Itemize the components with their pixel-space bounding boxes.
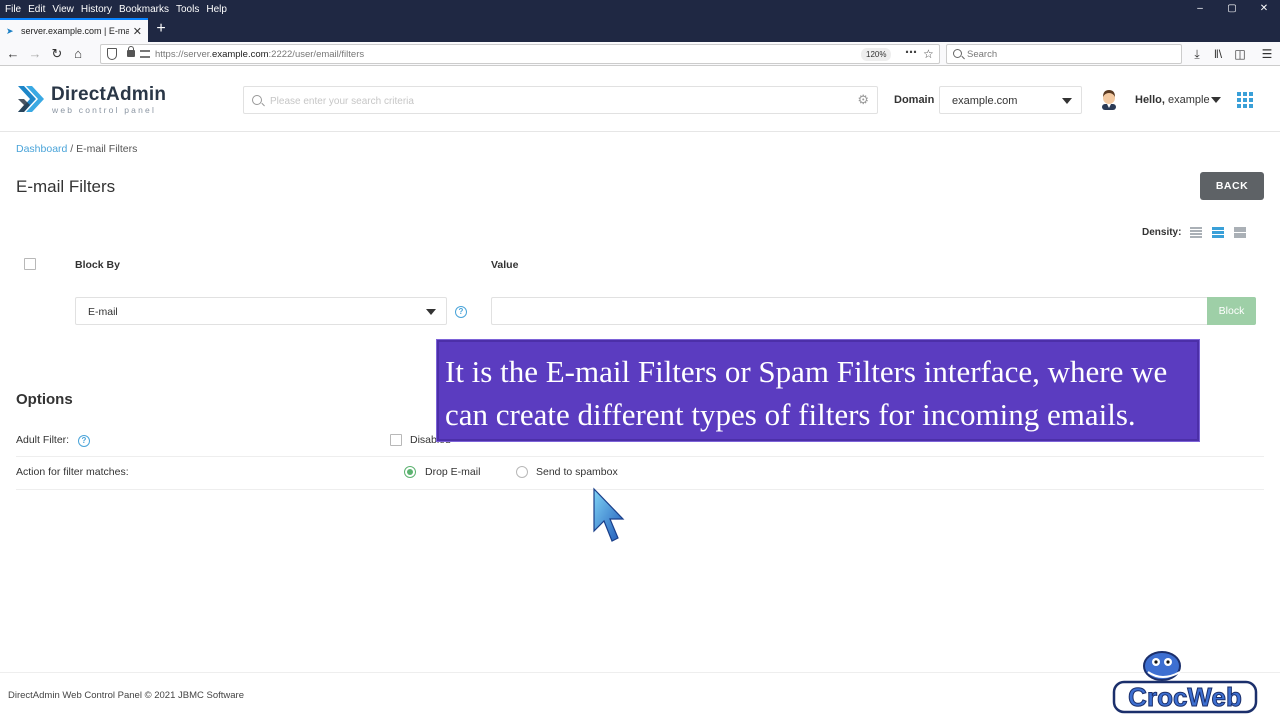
back-button[interactable]: BACK: [1200, 172, 1264, 200]
density-comfortable-icon[interactable]: [1234, 227, 1246, 238]
chevron-down-icon: [1062, 98, 1072, 104]
brand-subtitle: web control panel: [52, 105, 157, 115]
drop-email-radio[interactable]: [404, 466, 416, 478]
close-window-button[interactable]: ✕: [1248, 0, 1280, 18]
density-compact-icon[interactable]: [1190, 227, 1202, 238]
caption-line-1: It is the E-mail Filters or Spam Filters…: [445, 354, 1168, 389]
brand-name: DirectAdmin: [51, 84, 167, 105]
adult-filter-label: Adult Filter:: [16, 434, 70, 446]
drop-email-label: Drop E-mail: [425, 466, 481, 478]
permissions-icon[interactable]: [140, 50, 150, 58]
user-menu-chevron-icon[interactable]: [1211, 97, 1221, 103]
page-title: E-mail Filters: [16, 177, 116, 196]
directadmin-logo-icon: [18, 86, 44, 112]
gear-icon[interactable]: ⚙: [857, 93, 869, 107]
caption-line-2: can create different types of filters fo…: [445, 397, 1136, 432]
row-divider: [16, 489, 1264, 490]
tab-close-icon[interactable]: ✕: [133, 25, 142, 38]
user-greeting[interactable]: Hello, example: [1135, 94, 1210, 106]
browser-navbar: ← → ↻ ⌂ https://server.example.com:2222/…: [0, 42, 1280, 66]
filter-value-input[interactable]: [491, 297, 1207, 325]
minimize-button[interactable]: –: [1184, 0, 1216, 18]
domain-select[interactable]: example.com: [939, 86, 1082, 114]
global-search-input[interactable]: [270, 93, 850, 109]
breadcrumb-current: E-mail Filters: [76, 143, 138, 155]
search-icon: [953, 49, 962, 58]
column-header-block-by: Block By: [75, 259, 120, 271]
density-normal-icon[interactable]: [1212, 227, 1224, 238]
tab-title: server.example.com | E-mail Fil: [20, 26, 129, 36]
footer: DirectAdmin Web Control Panel © 2021 JBM…: [0, 672, 1280, 720]
hamburger-menu-icon[interactable]: ☰: [1259, 46, 1275, 62]
lock-icon[interactable]: [127, 46, 135, 57]
breadcrumb: Dashboard / E-mail Filters: [16, 143, 138, 155]
url-text: https://server.example.com:2222/user/ema…: [155, 49, 365, 60]
menu-bookmarks[interactable]: Bookmarks: [119, 4, 169, 15]
avatar[interactable]: [1099, 88, 1119, 110]
footer-copyright: DirectAdmin Web Control Panel © 2021 JBM…: [8, 690, 244, 701]
domain-label: Domain: [894, 94, 935, 106]
library-icon[interactable]: ‖\: [1210, 46, 1226, 62]
browser-tab-active[interactable]: ➤ server.example.com | E-mail Fil ✕: [0, 18, 148, 42]
app-header: DirectAdmin web control panel ⚙ Domain e…: [0, 66, 1280, 132]
browser-menubar: File Edit View History Bookmarks Tools H…: [0, 0, 1280, 18]
downloads-icon[interactable]: ⤓: [1189, 46, 1205, 62]
chevron-down-icon: [426, 309, 436, 315]
select-all-checkbox[interactable]: [24, 258, 36, 270]
back-arrow-icon[interactable]: ←: [4, 45, 22, 63]
menu-edit[interactable]: Edit: [28, 4, 45, 15]
block-button[interactable]: Block: [1207, 297, 1256, 325]
options-title: Options: [16, 391, 73, 408]
adult-filter-checkbox[interactable]: [390, 434, 402, 446]
menu-view[interactable]: View: [52, 4, 74, 15]
menu-tools[interactable]: Tools: [176, 4, 199, 15]
send-to-spambox-radio[interactable]: [516, 466, 528, 478]
menu-file[interactable]: File: [5, 4, 21, 15]
apps-grid-icon[interactable]: [1237, 92, 1253, 108]
browser-tabbar: ➤ server.example.com | E-mail Fil ✕ +: [0, 18, 1280, 42]
crocweb-watermark-logo: CrocWeb: [1112, 651, 1258, 714]
browser-search-placeholder: Search: [967, 49, 998, 60]
reload-icon[interactable]: ↻: [48, 45, 66, 63]
directadmin-logo[interactable]: DirectAdmin web control panel: [16, 82, 166, 116]
home-icon[interactable]: ⌂: [69, 45, 87, 63]
menu-history[interactable]: History: [81, 4, 112, 15]
column-header-value: Value: [491, 259, 519, 271]
action-label: Action for filter matches:: [16, 466, 129, 478]
tracking-shield-icon[interactable]: [107, 48, 117, 60]
help-icon[interactable]: ?: [78, 435, 90, 447]
menu-help[interactable]: Help: [206, 4, 227, 15]
domain-value: example.com: [952, 95, 1018, 107]
sidebar-icon[interactable]: ◫: [1232, 46, 1248, 62]
send-to-spambox-label: Send to spambox: [536, 466, 618, 478]
browser-search-bar[interactable]: Search: [946, 44, 1182, 64]
page-actions-icon[interactable]: ⋯: [905, 45, 917, 59]
forward-arrow-icon[interactable]: →: [26, 45, 44, 63]
zoom-level-badge[interactable]: 120%: [861, 48, 892, 61]
density-label: Density:: [1142, 227, 1182, 238]
new-tab-button[interactable]: +: [154, 18, 168, 42]
global-search: ⚙: [243, 86, 878, 114]
block-by-value: E-mail: [88, 306, 118, 318]
window-controls: – ▢ ✕: [1184, 0, 1280, 18]
maximize-button[interactable]: ▢: [1216, 0, 1248, 18]
bookmark-star-icon[interactable]: ☆: [923, 47, 934, 61]
watermark-text: CrocWeb: [1128, 682, 1242, 712]
directadmin-favicon-icon: ➤: [6, 26, 14, 36]
video-caption: It is the E-mail Filters or Spam Filters…: [437, 340, 1199, 441]
breadcrumb-dashboard-link[interactable]: Dashboard: [16, 143, 67, 155]
search-icon: [252, 95, 262, 105]
mouse-cursor-icon: [593, 487, 625, 542]
row-divider: [16, 456, 1264, 457]
url-bar[interactable]: https://server.example.com:2222/user/ema…: [100, 44, 940, 64]
help-icon[interactable]: ?: [455, 306, 467, 318]
block-by-select[interactable]: E-mail: [75, 297, 447, 325]
